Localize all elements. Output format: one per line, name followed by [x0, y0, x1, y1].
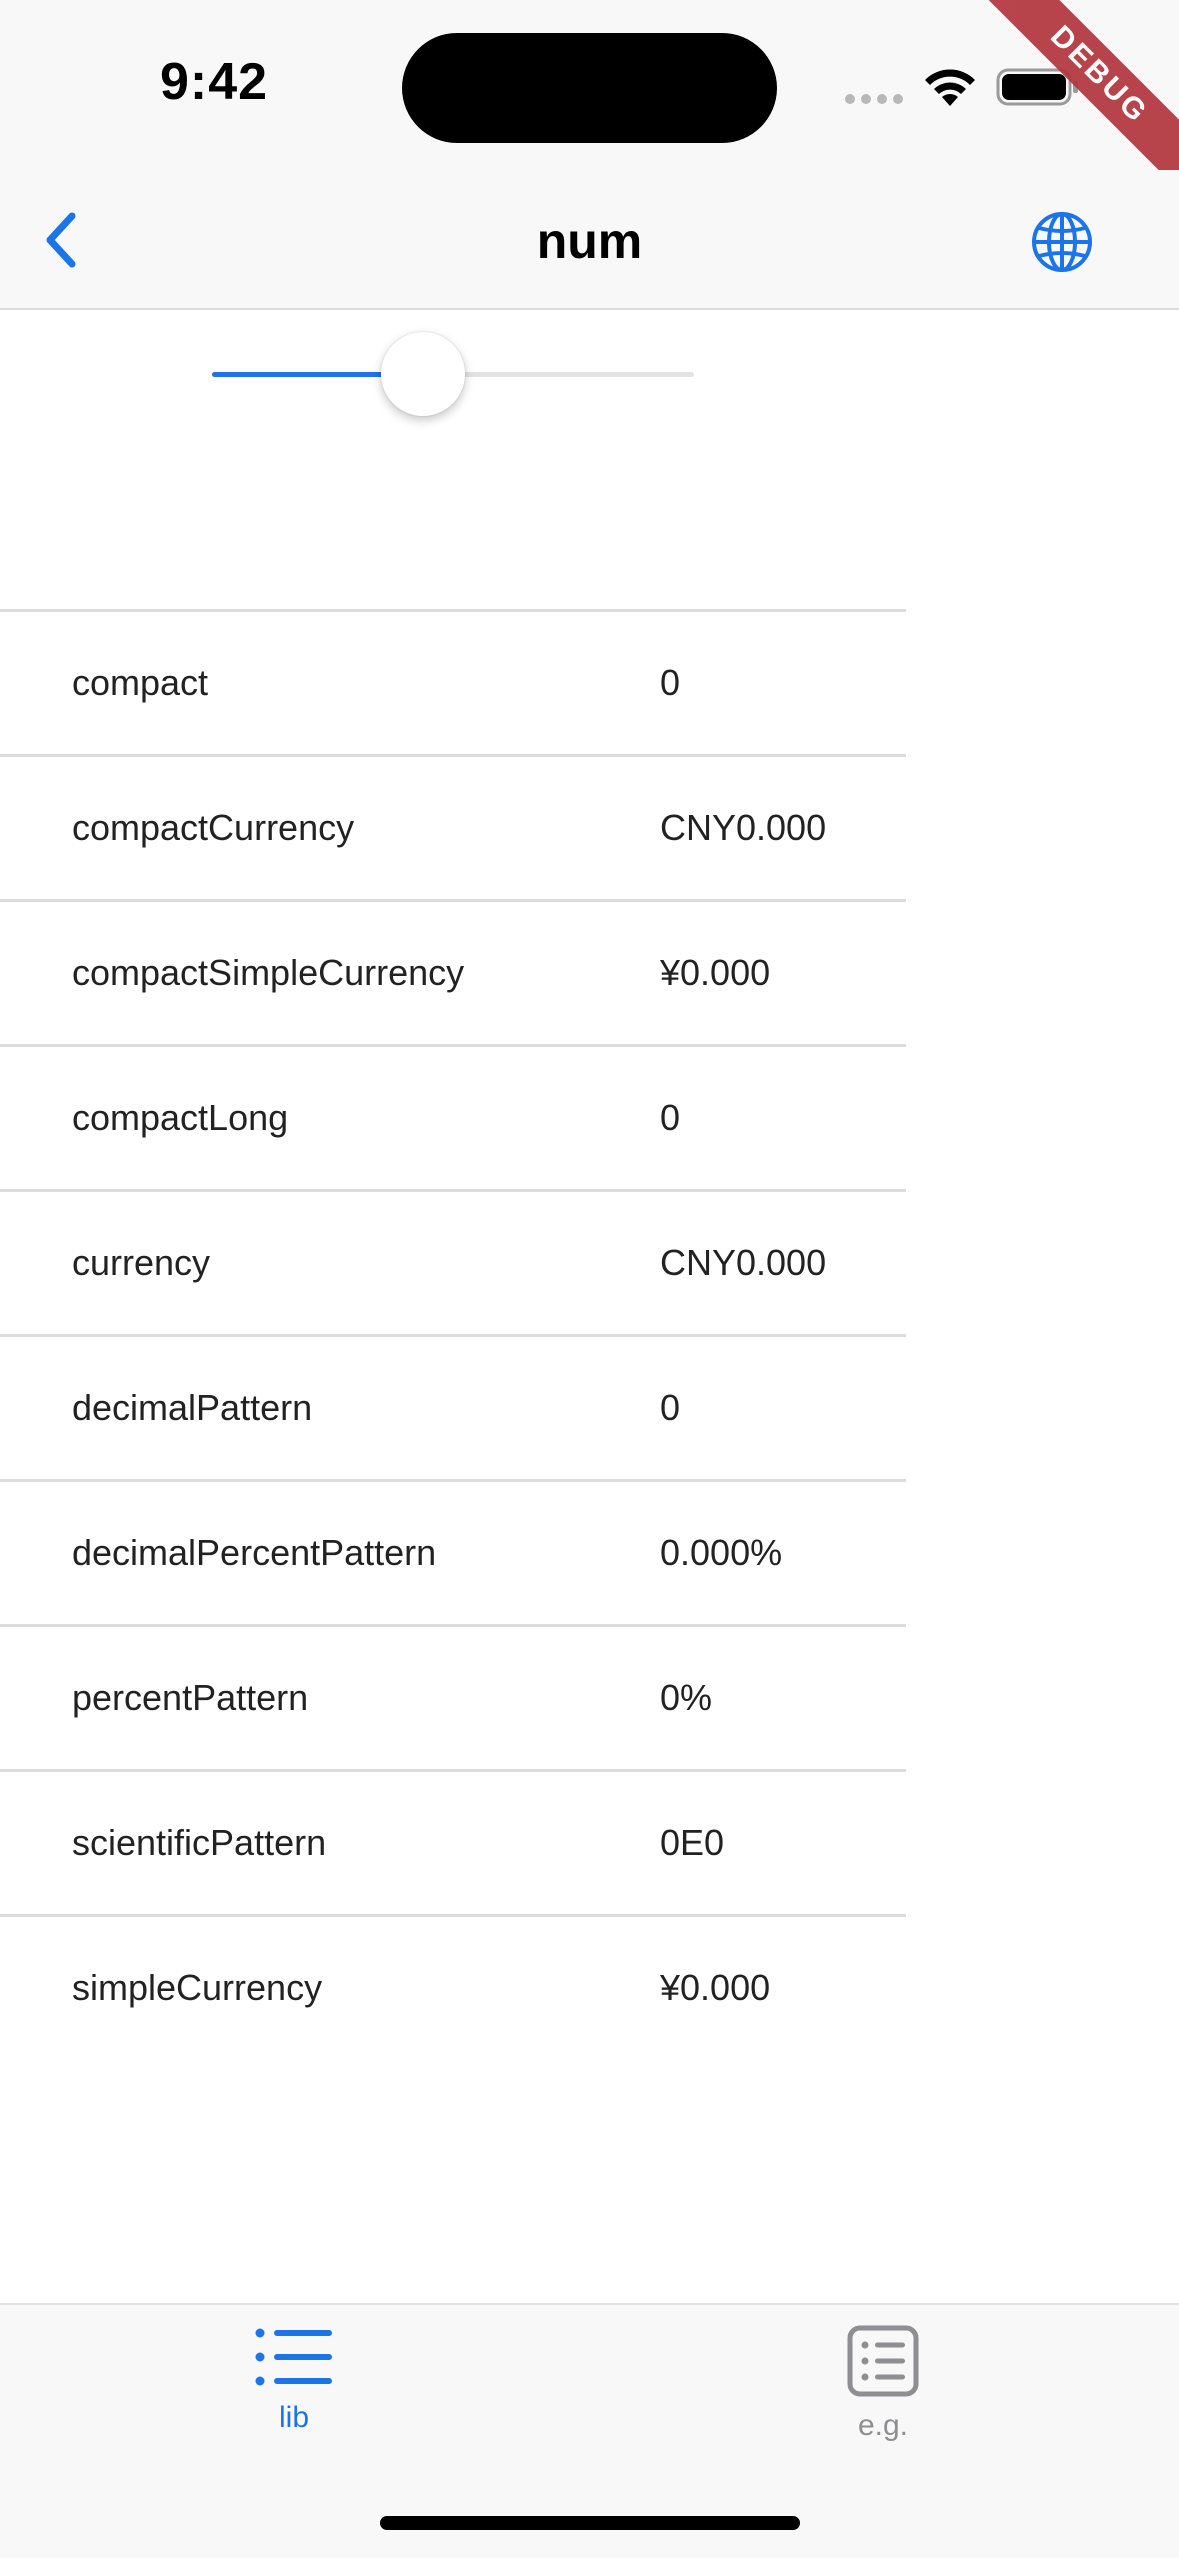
format-name: compactCurrency [72, 807, 355, 848]
tab-eg[interactable]: e.g. [733, 2325, 1033, 2465]
format-value: 0% [660, 1677, 713, 1718]
table-row: compactCurrency CNY0.000 [0, 754, 906, 899]
page-title: num [536, 213, 643, 269]
dynamic-island [402, 33, 777, 143]
format-value: ¥0.000 [660, 1967, 771, 2008]
format-name: percentPattern [72, 1677, 309, 1718]
globe-icon[interactable] [1030, 210, 1094, 274]
list-icon [255, 2328, 332, 2386]
table-row: compactLong 0 [0, 1044, 906, 1189]
format-value: 0E0 [660, 1822, 725, 1863]
format-name: simpleCurrency [72, 1967, 323, 2008]
tab-lib-label: lib [278, 2401, 309, 2434]
table-row: decimalPercentPattern 0.000% [0, 1479, 906, 1624]
table-row: scientificPattern 0E0 [0, 1769, 906, 1914]
list-box-icon [847, 2325, 919, 2397]
format-value: CNY0.000 [660, 1242, 827, 1283]
table-row: percentPattern 0% [0, 1624, 906, 1769]
tab-lib[interactable]: lib [144, 2325, 444, 2465]
format-name: compactLong [72, 1097, 289, 1138]
value-slider[interactable] [212, 330, 694, 420]
table-row: compact 0 [0, 609, 906, 754]
table-row: decimalPattern 0 [0, 1334, 906, 1479]
format-name: currency [72, 1242, 211, 1283]
navigation-bar: num [0, 170, 1179, 310]
wifi-icon [925, 69, 975, 106]
battery-icon [996, 68, 1078, 106]
cellular-signal-icon [845, 88, 905, 108]
tab-bar: lib e.g. [0, 2303, 1179, 2558]
format-name: decimalPercentPattern [72, 1532, 437, 1573]
table-row: compactSimpleCurrency ¥0.000 [0, 899, 906, 1044]
format-name: compactSimpleCurrency [72, 952, 465, 993]
format-value: 0 [660, 1097, 681, 1138]
slider-thumb[interactable] [381, 332, 465, 416]
number-format-table: compact 0 compactCurrency CNY0.000 compactSi… [0, 609, 906, 2059]
table-row: currency CNY0.000 [0, 1189, 906, 1334]
format-value: 0.000% [660, 1532, 783, 1573]
tab-eg-label: e.g. [857, 2409, 909, 2442]
home-indicator [380, 2516, 800, 2530]
format-value: CNY0.000 [660, 807, 827, 848]
status-time: 9:42 [160, 53, 269, 111]
format-name: decimalPattern [72, 1387, 313, 1428]
format-value: 0 [660, 662, 681, 703]
table-row: simpleCurrency ¥0.000 [0, 1914, 906, 2059]
format-name: compact [72, 662, 209, 703]
format-value: ¥0.000 [660, 952, 771, 993]
format-value: 0 [660, 1387, 681, 1428]
status-bar: 9:42 [0, 0, 1179, 170]
format-name: scientificPattern [72, 1822, 327, 1863]
